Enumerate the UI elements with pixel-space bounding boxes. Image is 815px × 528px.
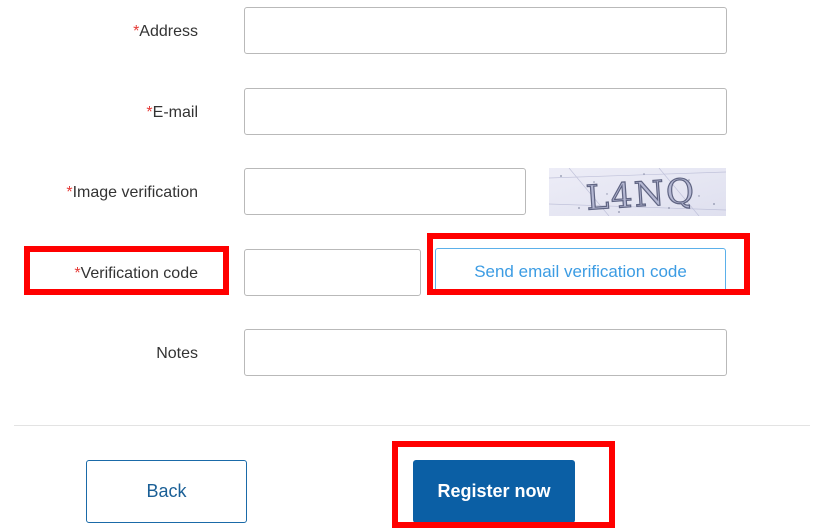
notes-label: Notes <box>156 345 198 362</box>
captcha-image[interactable]: L4NQ <box>549 168 726 216</box>
verification-code-input[interactable] <box>244 249 421 296</box>
send-email-verification-code-button[interactable]: Send email verification code <box>435 248 726 295</box>
form-divider <box>14 425 810 426</box>
image-verification-label: *Image verification <box>66 184 198 201</box>
verification-code-label: *Verification code <box>74 265 198 282</box>
captcha-text: L4NQ <box>585 171 697 216</box>
address-input[interactable] <box>244 7 727 54</box>
registration-form-page: *Address *E-mail *Image verification L4N… <box>0 0 815 528</box>
image-verification-input[interactable] <box>244 168 526 215</box>
address-label: *Address <box>133 23 198 40</box>
back-button[interactable]: Back <box>86 460 247 523</box>
email-label: *E-mail <box>146 104 198 121</box>
notes-input[interactable] <box>244 329 727 376</box>
email-input[interactable] <box>244 88 727 135</box>
register-now-button[interactable]: Register now <box>413 460 575 523</box>
